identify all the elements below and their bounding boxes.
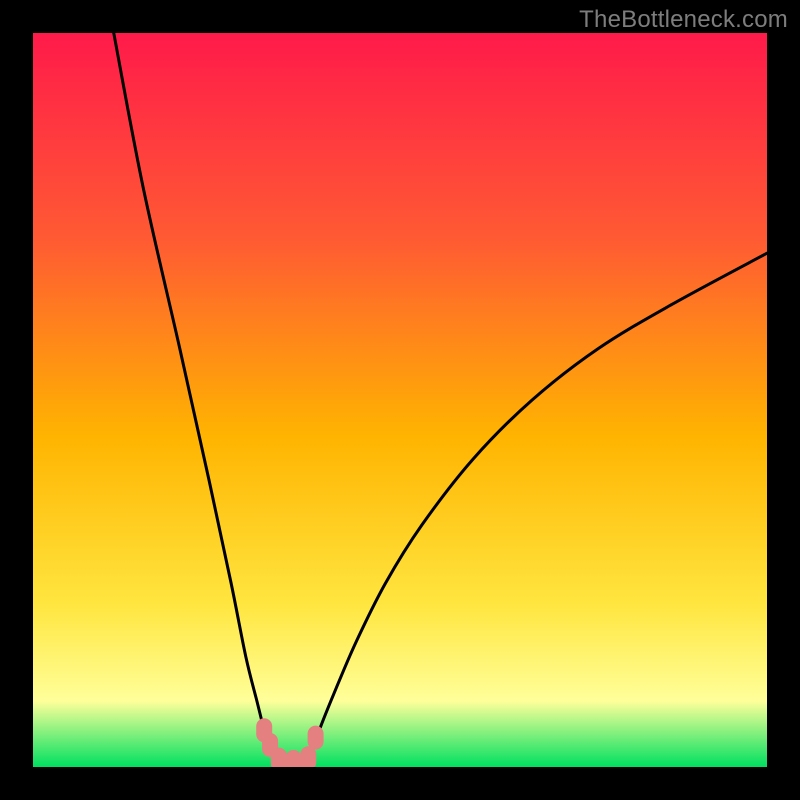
bottleneck-chart <box>33 33 767 767</box>
plot-area <box>33 33 767 767</box>
chart-frame: TheBottleneck.com <box>0 0 800 800</box>
marker-point <box>271 748 287 767</box>
watermark-text: TheBottleneck.com <box>579 6 788 34</box>
marker-point <box>308 726 324 750</box>
marker-point <box>286 750 302 767</box>
gradient-background <box>33 33 767 767</box>
